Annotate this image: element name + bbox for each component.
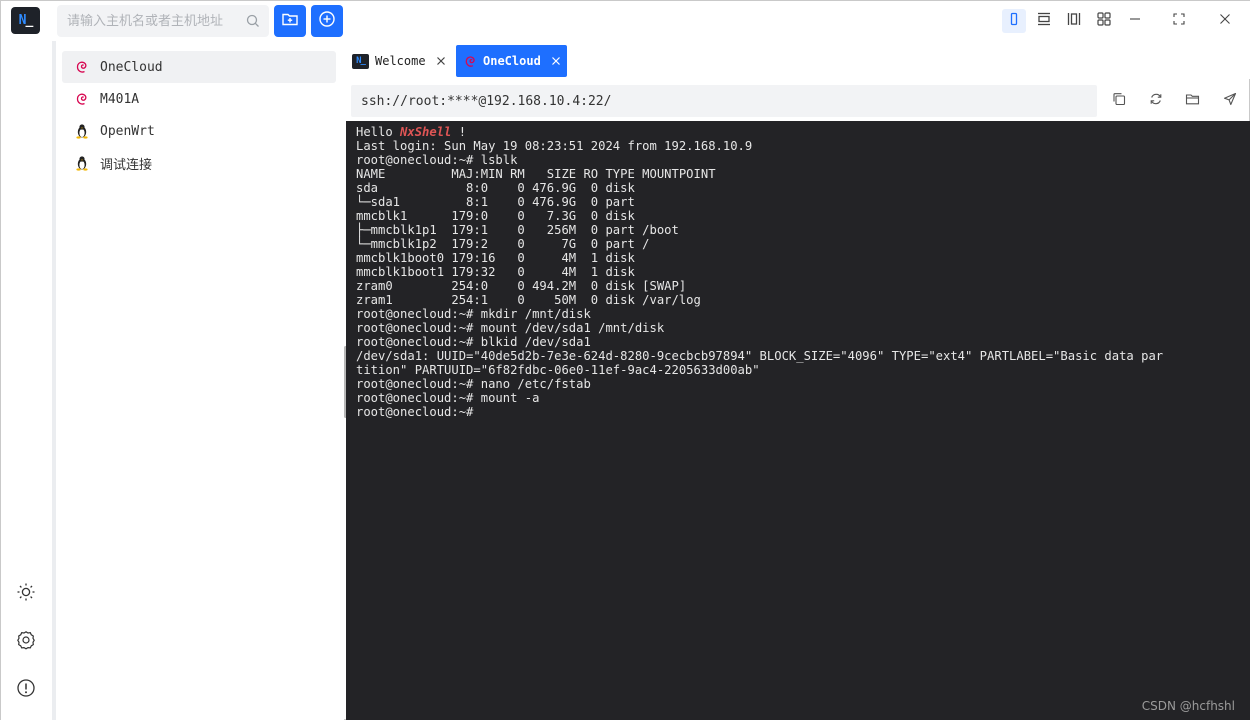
title-bar: N_ bbox=[1, 1, 1250, 41]
close-tab-icon[interactable] bbox=[435, 55, 447, 67]
terminal-line: root@onecloud:~# mount /dev/sda1 /mnt/di… bbox=[356, 321, 665, 335]
host-label: OneCloud bbox=[100, 59, 163, 75]
linux-tux-icon bbox=[74, 123, 90, 139]
app-logo-icon: N_ bbox=[352, 53, 369, 69]
host-search-input[interactable] bbox=[67, 5, 237, 37]
gear-icon bbox=[16, 630, 36, 655]
terminal-line: zram0 254:0 0 494.2M 0 disk [SWAP] bbox=[356, 279, 687, 293]
send-icon bbox=[1223, 92, 1237, 111]
layout-vertical-button[interactable] bbox=[1062, 9, 1086, 33]
terminal-line: └─mmcblk1p2 179:2 0 7G 0 part / bbox=[356, 237, 650, 251]
app-logo: N_ bbox=[11, 7, 40, 34]
brand-name: NxShell bbox=[400, 125, 452, 139]
host-search-box bbox=[57, 5, 269, 37]
host-label: 调试连接 bbox=[100, 157, 153, 173]
session-tab-bar: N_ Welcome OneCloud bbox=[346, 41, 1250, 79]
terminal-line: mmcblk1 179:0 0 7.3G 0 disk bbox=[356, 209, 635, 223]
host-item-onecloud[interactable]: OneCloud bbox=[62, 51, 336, 83]
terminal-line: mmcblk1boot1 179:32 0 4M 1 disk bbox=[356, 265, 635, 279]
terminal-line: ├─mmcblk1p1 179:1 0 256M 0 part /boot bbox=[356, 223, 679, 237]
settings-button[interactable] bbox=[15, 630, 37, 655]
maximize-button[interactable] bbox=[1167, 9, 1191, 33]
refresh-icon bbox=[1149, 92, 1163, 111]
sun-icon bbox=[16, 582, 36, 607]
terminal-greeting: Hello NxShell ! bbox=[356, 125, 467, 139]
folder-add-icon bbox=[281, 10, 299, 33]
sftp-browser-button[interactable] bbox=[1183, 92, 1201, 110]
layout-vertical-icon bbox=[1067, 12, 1081, 31]
terminal-line: /dev/sda1: UUID="40de5d2b-7e3e-624d-8280… bbox=[356, 349, 1164, 363]
terminal-line: Last login: Sun May 19 08:23:51 2024 fro… bbox=[356, 139, 753, 153]
host-label: OpenWrt bbox=[100, 123, 155, 139]
folder-icon bbox=[1185, 92, 1200, 111]
plus-circle-icon bbox=[318, 10, 336, 33]
copy-icon bbox=[1112, 92, 1126, 111]
tab-label: Welcome bbox=[375, 54, 426, 68]
debian-icon bbox=[74, 59, 90, 75]
host-sidebar: OneCloud M401A OpenWrt 调试连接 bbox=[52, 41, 344, 720]
terminal-prompt: root@onecloud:~# bbox=[356, 405, 481, 419]
send-command-button[interactable] bbox=[1221, 92, 1239, 110]
connection-address-bar bbox=[351, 85, 1097, 117]
layout-horizontal-button[interactable] bbox=[1032, 9, 1056, 33]
terminal-line: zram1 254:1 0 50M 0 disk /var/log bbox=[356, 293, 701, 307]
terminal-line: root@onecloud:~# lsblk bbox=[356, 153, 518, 167]
tab-welcome[interactable]: N_ Welcome bbox=[348, 45, 448, 77]
terminal-line: root@onecloud:~# mkdir /mnt/disk bbox=[356, 307, 591, 321]
host-label: M401A bbox=[100, 91, 140, 107]
debian-icon bbox=[464, 55, 477, 68]
terminal-line: └─sda1 8:1 0 476.9G 0 part bbox=[356, 195, 635, 209]
debian-icon bbox=[74, 91, 90, 107]
tab-label: OneCloud bbox=[483, 54, 541, 68]
theme-toggle-button[interactable] bbox=[15, 583, 37, 605]
terminal-line: root@onecloud:~# mount -a bbox=[356, 391, 540, 405]
close-window-button[interactable] bbox=[1213, 9, 1237, 33]
terminal-line: mmcblk1boot0 179:16 0 4M 1 disk bbox=[356, 251, 635, 265]
app-window: N_ 请输入主机名或者主机地址 OneCloud M401A OpenWrt 调… bbox=[0, 0, 1250, 720]
left-rail bbox=[1, 41, 52, 720]
terminal-output[interactable]: Hello NxShell ! Last login: Sun May 19 0… bbox=[346, 121, 1250, 720]
new-folder-button[interactable] bbox=[274, 5, 306, 37]
tab-onecloud[interactable]: OneCloud bbox=[456, 45, 567, 77]
minimize-icon bbox=[1128, 12, 1142, 31]
host-item-m401a[interactable]: M401A bbox=[62, 83, 336, 115]
add-connection-button[interactable] bbox=[311, 5, 343, 37]
search-icon[interactable] bbox=[245, 13, 261, 29]
terminal-line: NAME MAJ:MIN RM SIZE RO TYPE MOUNTPOINT bbox=[356, 167, 716, 181]
linux-tux-icon bbox=[74, 155, 90, 171]
terminal-line: sda 8:0 0 476.9G 0 disk bbox=[356, 181, 635, 195]
copy-address-button[interactable] bbox=[1110, 92, 1128, 110]
terminal-line: root@onecloud:~# blkid /dev/sda1 bbox=[356, 335, 591, 349]
layout-single-button[interactable] bbox=[1002, 9, 1026, 33]
watermark: CSDN @hcfhshl bbox=[1141, 699, 1235, 713]
about-button[interactable] bbox=[15, 678, 37, 703]
host-item-debug[interactable]: 调试连接 bbox=[62, 147, 336, 179]
terminal-line: tition" PARTUUID="6f82fdbc-06e0-11ef-9ac… bbox=[356, 363, 760, 377]
close-tab-icon[interactable] bbox=[550, 55, 562, 67]
minimize-button[interactable] bbox=[1123, 9, 1147, 33]
reconnect-button[interactable] bbox=[1147, 92, 1165, 110]
layout-grid-button[interactable] bbox=[1092, 9, 1116, 33]
info-icon bbox=[16, 678, 36, 703]
layout-single-icon bbox=[1007, 12, 1021, 31]
maximize-icon bbox=[1172, 12, 1186, 31]
grid-icon bbox=[1097, 11, 1111, 31]
host-item-openwrt[interactable]: OpenWrt bbox=[62, 115, 336, 147]
terminal-line: root@onecloud:~# nano /etc/fstab bbox=[356, 377, 591, 391]
connection-address-field[interactable] bbox=[361, 85, 1081, 117]
layout-horizontal-icon bbox=[1037, 12, 1051, 31]
close-icon bbox=[1218, 12, 1232, 31]
